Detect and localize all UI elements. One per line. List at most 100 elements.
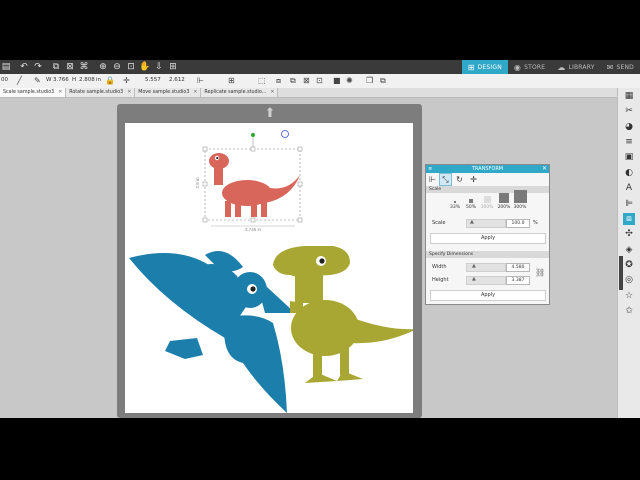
line-style-icon[interactable]: ╱ <box>17 76 22 85</box>
resize-handle[interactable] <box>202 217 208 223</box>
vertical-scrollbar[interactable] <box>619 256 623 290</box>
preset-100-swatch[interactable] <box>484 196 491 203</box>
fill-icon[interactable]: ■ <box>333 76 341 85</box>
small-dinosaur-shape[interactable] <box>209 153 300 217</box>
tab-library[interactable]: ☁ LIBRARY <box>551 60 600 74</box>
lines-icon[interactable]: ≡ <box>623 136 635 148</box>
zoom-fit-icon[interactable]: ⊡ <box>125 61 137 73</box>
add-point-icon[interactable]: ⊞ <box>228 76 235 85</box>
resize-handle[interactable] <box>297 217 303 223</box>
offset-icon[interactable]: ✪ <box>623 259 635 271</box>
y-value[interactable]: 2.612 <box>169 76 185 85</box>
crop-icon[interactable]: ⊡ <box>316 76 323 85</box>
preset-300-swatch[interactable] <box>514 190 527 203</box>
zoom-out-icon[interactable]: ⊖ <box>111 61 123 73</box>
redo-icon[interactable]: ↷ <box>32 61 44 73</box>
print-icon[interactable]: ▤ <box>0 61 12 73</box>
rotate-tab-icon[interactable]: ↻ <box>454 174 465 185</box>
star-outline-icon[interactable]: ✩ <box>623 305 635 317</box>
doc-tab-rotate[interactable]: Rotate sample.studio3 ✕ <box>66 88 136 97</box>
preset-33-swatch[interactable] <box>454 201 456 203</box>
tab-design[interactable]: ⊞ DESIGN <box>461 60 508 74</box>
replicate-panel-icon[interactable]: ✣ <box>623 228 635 240</box>
page-setup-icon[interactable]: ▦ <box>623 90 635 102</box>
slider-thumb-icon[interactable]: ▲ <box>472 276 476 282</box>
width-input[interactable]: 4.580 <box>506 263 530 272</box>
move-down-icon[interactable]: ⇩ <box>153 61 165 73</box>
align-panel-icon[interactable]: ⊫ <box>623 198 635 210</box>
close-icon[interactable]: ✕ <box>58 88 62 97</box>
apply-dimensions-button[interactable]: Apply <box>430 290 546 301</box>
lock-handle-icon[interactable] <box>281 130 289 138</box>
transform-panel-title[interactable]: ≡ TRANSFORM ✕ <box>426 165 549 173</box>
zoom-select-icon[interactable]: ⊞ <box>167 61 179 73</box>
height-value[interactable]: 2.808 <box>79 76 95 85</box>
height-label: Height <box>432 277 449 283</box>
tab-store[interactable]: ◉ STORE <box>508 60 551 74</box>
tab-send[interactable]: ✉ SEND <box>601 60 640 74</box>
group-icon[interactable]: ⧉ <box>50 61 62 73</box>
pterodactyl-shape[interactable] <box>129 251 295 413</box>
intersect-icon[interactable]: ⊠ <box>303 76 310 85</box>
close-icon[interactable]: ✕ <box>127 88 131 97</box>
ungroup-icon[interactable]: ⊠ <box>64 61 76 73</box>
doc-tab-move[interactable]: Move sample.studio3 ✕ <box>135 88 202 97</box>
x-value[interactable]: 5.557 <box>145 76 161 85</box>
cube-icon[interactable]: ❒ <box>366 76 373 85</box>
resize-handle[interactable] <box>297 146 303 152</box>
cloud-icon: ☁ <box>557 62 566 72</box>
doc-tab-scale[interactable]: Scale sample.studio3 ✕ <box>0 88 67 97</box>
move-tab-icon[interactable]: ✛ <box>468 174 479 185</box>
undo-icon[interactable]: ↶ <box>18 61 30 73</box>
resize-handle[interactable] <box>202 146 208 152</box>
align-tab-icon[interactable]: ⊩ <box>427 174 438 185</box>
scale-input[interactable]: 100.0 <box>506 219 530 228</box>
close-icon[interactable]: ✕ <box>270 88 274 97</box>
resize-handle[interactable] <box>202 181 208 187</box>
pencil-icon[interactable]: ✎ <box>34 76 41 85</box>
lock-aspect-icon[interactable]: ⛓ <box>535 268 545 277</box>
star-icon[interactable]: ☆ <box>623 290 635 302</box>
zoom-in-icon[interactable]: ⊕ <box>97 61 109 73</box>
weld-icon[interactable]: ⧈ <box>276 76 281 85</box>
width-label: W <box>46 77 52 83</box>
width-value[interactable]: 3.766 <box>53 76 69 85</box>
slider-thumb-icon[interactable]: ▲ <box>472 263 476 269</box>
doc-tab-replicate[interactable]: Replicate sample.studio... ✕ <box>201 88 279 97</box>
text-icon[interactable]: A <box>623 182 635 194</box>
slider-thumb-icon[interactable]: ▲ <box>470 219 474 225</box>
transform-icon[interactable]: ⧈ <box>623 213 635 225</box>
resize-handle[interactable] <box>250 217 256 223</box>
close-icon[interactable]: ✕ <box>542 165 547 173</box>
compound-icon[interactable]: ⌘ <box>78 61 90 73</box>
resize-handle[interactable] <box>297 181 303 187</box>
fill-icon[interactable]: ▣ <box>623 151 635 163</box>
scale-tab-icon[interactable]: ⤡ <box>439 173 452 186</box>
pan-icon[interactable]: ✋ <box>139 61 151 73</box>
preset-300-label[interactable]: 300% <box>510 205 530 210</box>
trace-icon[interactable]: ◎ <box>623 274 635 286</box>
effect-icon[interactable]: ✺ <box>346 76 353 85</box>
modify-icon[interactable]: ◈ <box>623 244 635 256</box>
apply-scale-button[interactable]: Apply <box>430 233 546 244</box>
subtract-icon[interactable]: ⧉ <box>290 76 296 85</box>
select-icon[interactable]: ⬚ <box>258 76 266 85</box>
gradient-icon[interactable]: ◐ <box>623 167 635 179</box>
cut-settings-icon[interactable]: ✂ <box>623 105 635 117</box>
palette-icon[interactable]: ◕ <box>623 121 635 133</box>
replicate-icon[interactable]: ⧉ <box>380 76 386 85</box>
preset-200-swatch[interactable] <box>499 193 509 203</box>
design-page[interactable]: 3.745 in 2.8 in <box>125 123 413 413</box>
mat-direction-arrow-icon: ⬆ <box>264 106 276 121</box>
rotate-handle[interactable] <box>251 133 255 137</box>
close-icon[interactable]: ✕ <box>193 88 197 97</box>
doc-tab-label: Replicate sample.studio... <box>204 90 267 95</box>
position-icon[interactable]: ✛ <box>123 76 130 85</box>
height-input[interactable]: 3.387 <box>506 276 530 285</box>
preset-50-swatch[interactable] <box>469 199 473 203</box>
t-rex-shape[interactable] <box>273 246 413 383</box>
lock-ratio-icon[interactable]: 🔒 <box>105 76 115 85</box>
align-icon[interactable]: ⊩ <box>197 76 204 85</box>
menu-icon[interactable]: ≡ <box>426 165 432 173</box>
resize-handle[interactable] <box>250 146 256 152</box>
